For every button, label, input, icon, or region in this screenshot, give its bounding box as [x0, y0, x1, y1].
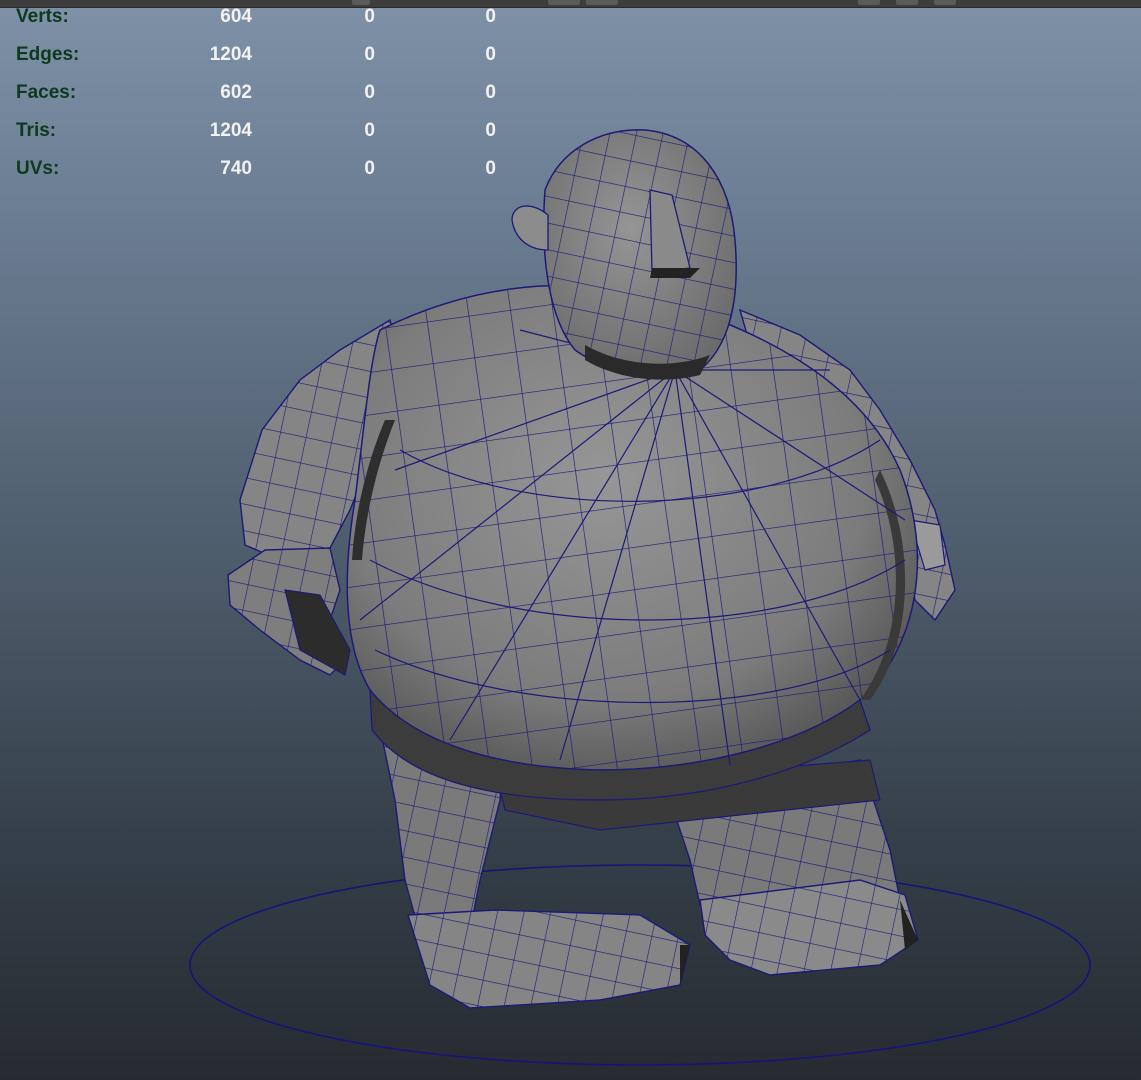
hud-row-verts: Verts: 604 0 0	[16, 6, 496, 44]
hud-value: 0	[364, 6, 375, 27]
hud-row-faces: Faces: 602 0 0	[16, 82, 496, 120]
hud-label: Faces:	[16, 82, 77, 103]
hud-label: Verts:	[16, 6, 69, 27]
hud-value: 0	[485, 44, 496, 65]
hud-value: 0	[485, 120, 496, 141]
hud-value: 0	[364, 82, 375, 103]
hud-value: 1204	[209, 120, 252, 141]
character-mesh[interactable]	[227, 129, 956, 1009]
hud-value: 0	[364, 120, 375, 141]
hud-value: 0	[485, 158, 496, 179]
hud-label: UVs:	[16, 158, 60, 179]
poly-count-hud: Verts: 604 0 0 Edges: 1204 0 0 Faces: 60…	[16, 6, 496, 196]
hud-value: 0	[485, 82, 496, 103]
hud-value: 740	[220, 158, 252, 179]
hud-value: 602	[220, 82, 252, 103]
ear	[511, 205, 549, 251]
hud-value: 604	[220, 6, 252, 27]
hud-label: Tris:	[16, 120, 57, 141]
hud-value: 0	[364, 158, 375, 179]
hud-row-uvs: UVs: 740 0 0	[16, 158, 496, 196]
hud-value: 0	[364, 44, 375, 65]
hud-value: 1204	[209, 44, 252, 65]
hud-row-tris: Tris: 1204 0 0	[16, 120, 496, 158]
hud-label: Edges:	[16, 44, 80, 65]
hud-row-edges: Edges: 1204 0 0	[16, 44, 496, 82]
hud-value: 0	[485, 6, 496, 27]
